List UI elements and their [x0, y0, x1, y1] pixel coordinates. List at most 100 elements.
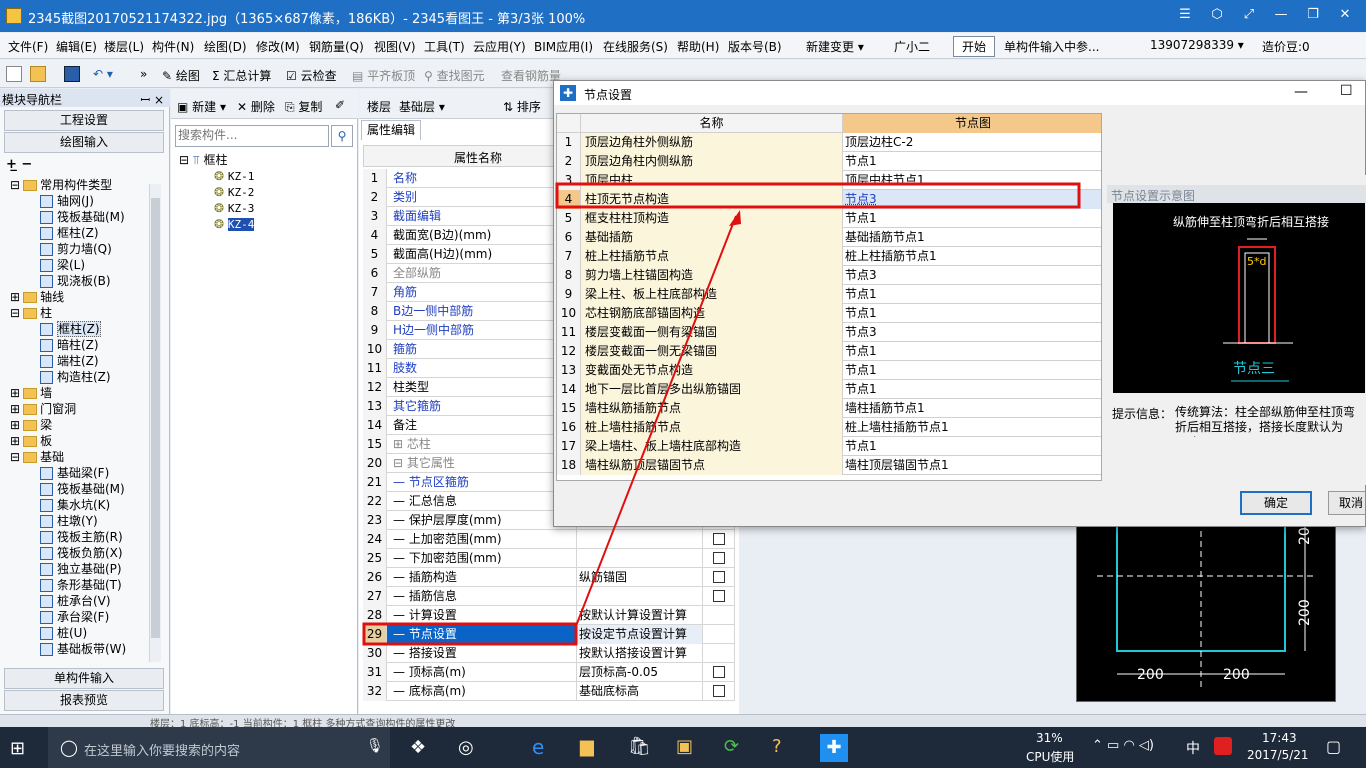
save-icon[interactable]: [64, 66, 80, 82]
property-value[interactable]: [577, 530, 703, 549]
taskview-icon[interactable]: ❖: [410, 737, 426, 758]
ime-indicator[interactable]: 中: [1186, 738, 1200, 758]
user-account[interactable]: 13907298339 ▾: [1150, 38, 1244, 52]
node-row[interactable]: 9 梁上柱、板上柱底部构造 节点1: [557, 285, 1102, 304]
delete-button[interactable]: ✕ 删除: [237, 98, 275, 115]
node-row[interactable]: 18 墙柱纵筋顶层锚固节点 墙柱顶层锚固节点1: [557, 456, 1102, 475]
tree-expander-icon[interactable]: ⊞: [10, 290, 20, 304]
menu-file[interactable]: 文件(F): [8, 38, 48, 55]
checkbox[interactable]: [713, 685, 725, 697]
menu-help[interactable]: 帮助(H): [677, 38, 719, 55]
node-value[interactable]: 节点3: [843, 190, 1102, 209]
tree-item[interactable]: 现浇板(B): [40, 273, 111, 289]
tree-folder[interactable]: ⊞ 墙: [10, 385, 52, 401]
menu-rebar[interactable]: 钢筋量(Q): [309, 38, 364, 55]
menu-new-change[interactable]: 新建变更 ▾: [806, 38, 864, 55]
property-row[interactable]: 31 — 顶标高(m) 层顶标高-0.05: [363, 663, 735, 682]
mic-icon[interactable]: 🎙: [366, 738, 384, 754]
node-row[interactable]: 12 楼层变截面一侧无梁锚固 节点1: [557, 342, 1102, 361]
dialog-minimize-icon[interactable]: —: [1294, 84, 1308, 100]
node-value[interactable]: 节点1: [843, 209, 1102, 228]
node-row[interactable]: 11 楼层变截面一侧有梁锚固 节点3: [557, 323, 1102, 342]
tree-folder[interactable]: ⊞ 梁: [10, 417, 52, 433]
menu-cloud[interactable]: 云应用(Y): [473, 38, 526, 55]
node-row[interactable]: 14 地下一层比首层多出纵筋锚固 节点1: [557, 380, 1102, 399]
help-app-icon[interactable]: ?: [772, 736, 782, 757]
menu-modify[interactable]: 修改(M): [256, 38, 300, 55]
search-input[interactable]: [176, 126, 326, 144]
property-value[interactable]: 按设定节点设置计算: [577, 625, 703, 644]
draw-button[interactable]: ✎ 绘图: [162, 67, 200, 84]
tree-item[interactable]: 构造柱(Z): [40, 369, 111, 385]
menu-guang[interactable]: 广小二: [894, 38, 930, 55]
find-element-button[interactable]: ⚲ 查找图元: [424, 67, 485, 84]
gld-app-icon[interactable]: ✚: [820, 734, 848, 762]
tree-folder[interactable]: ⊞ 门窗洞: [10, 401, 76, 417]
tree-folder[interactable]: ⊟ 常用构件类型: [10, 177, 112, 193]
node-row[interactable]: 4 柱顶无节点构造 节点3: [557, 190, 1102, 209]
menu-tools[interactable]: 工具(T): [424, 38, 465, 55]
node-row[interactable]: 5 框支柱柱顶构造 节点1: [557, 209, 1102, 228]
checkbox[interactable]: [713, 666, 725, 678]
tree-item[interactable]: 框柱(Z): [40, 321, 101, 337]
tree-item[interactable]: 集水坑(K): [40, 497, 110, 513]
tree-item[interactable]: 独立基础(P): [40, 561, 122, 577]
node-value[interactable]: 基础插筋节点1: [843, 228, 1102, 247]
node-row[interactable]: 15 墙柱纵筋插筋节点 墙柱插筋节点1: [557, 399, 1102, 418]
kz-item[interactable]: ❂ KZ-1: [214, 168, 254, 184]
view-rebar-button[interactable]: 查看钢筋量: [501, 67, 561, 84]
checkbox[interactable]: [713, 533, 725, 545]
tree-item[interactable]: 桩(U): [40, 625, 87, 641]
property-value[interactable]: 按默认计算设置计算: [577, 606, 703, 625]
menu-edit[interactable]: 编辑(E): [56, 38, 97, 55]
kz-item[interactable]: ❂ KZ-4: [214, 216, 254, 232]
node-row[interactable]: 7 桩上柱插筋节点 桩上柱插筋节点1: [557, 247, 1102, 266]
tree-item[interactable]: 承台梁(F): [40, 609, 109, 625]
tree-item[interactable]: 桩承台(V): [40, 593, 111, 609]
tree-expander-icon[interactable]: ⊟: [10, 306, 20, 320]
tree-expander-icon[interactable]: ⊞: [10, 402, 20, 416]
node-value[interactable]: 顶层中柱节点1: [843, 171, 1102, 190]
property-row[interactable]: 26 — 插筋构造 纵筋锚固: [363, 568, 735, 587]
new-component-button[interactable]: ▣ 新建 ▾: [177, 98, 226, 115]
ime-app-icon[interactable]: [1214, 737, 1232, 755]
tree-scrollbar[interactable]: [149, 184, 161, 662]
tree-item[interactable]: 筏板基础(M): [40, 209, 125, 225]
tree-item[interactable]: 基础板带(W): [40, 641, 126, 657]
node-value[interactable]: 桩上墙柱插筋节点1: [843, 418, 1102, 437]
tree-item[interactable]: 端柱(Z): [40, 353, 99, 369]
maximize-icon[interactable]: ❐: [1300, 4, 1326, 26]
notification-icon[interactable]: ▢: [1326, 737, 1341, 756]
taskbar-search[interactable]: ◯ 在这里输入你要搜索的内容 🎙: [48, 727, 390, 768]
checkbox[interactable]: [713, 590, 725, 602]
tree-item[interactable]: 剪力墙(Q): [40, 241, 112, 257]
node-row[interactable]: 2 顶层边角柱内侧纵筋 节点1: [557, 152, 1102, 171]
menu-version[interactable]: 版本号(B): [728, 38, 782, 55]
tree-folder[interactable]: ⊟ 基础: [10, 449, 64, 465]
tree-expander-icon[interactable]: ⊞: [10, 418, 20, 432]
sort-button[interactable]: ⇅ 排序: [503, 98, 541, 115]
property-row[interactable]: 25 — 下加密范围(mm): [363, 549, 735, 568]
node-value[interactable]: 节点1: [843, 304, 1102, 323]
tree-item[interactable]: 筏板主筋(R): [40, 529, 123, 545]
node-value[interactable]: 墙柱插筋节点1: [843, 399, 1102, 418]
node-row[interactable]: 17 梁上墙柱、板上墙柱底部构造 节点1: [557, 437, 1102, 456]
tree-expander-icon[interactable]: ⊟: [10, 450, 20, 464]
node-row[interactable]: 1 顶层边角柱外侧纵筋 顶层边柱C-2: [557, 133, 1102, 152]
start-button[interactable]: 开始: [953, 36, 995, 57]
node-row[interactable]: 3 顶层中柱 顶层中柱节点1: [557, 171, 1102, 190]
minimize-icon[interactable]: —: [1268, 4, 1294, 26]
tree-item[interactable]: 筏板负筋(X): [40, 545, 123, 561]
property-value[interactable]: [577, 549, 703, 568]
store-icon[interactable]: 🛍: [628, 736, 651, 757]
engineering-settings-button[interactable]: 工程设置: [4, 110, 164, 131]
tree-item[interactable]: 条形基础(T): [40, 577, 122, 593]
node-row[interactable]: 10 芯柱钢筋底部锚固构造 节点1: [557, 304, 1102, 323]
open-file-icon[interactable]: [30, 66, 46, 82]
node-value[interactable]: 桩上柱插筋节点1: [843, 247, 1102, 266]
menu-floor[interactable]: 楼层(L): [104, 38, 144, 55]
node-row[interactable]: 16 桩上墙柱插筋节点 桩上墙柱插筋节点1: [557, 418, 1102, 437]
windows-start-icon[interactable]: ⊞: [10, 738, 25, 759]
property-value[interactable]: 纵筋锚固: [577, 568, 703, 587]
search-icon[interactable]: ⚲: [331, 125, 353, 147]
